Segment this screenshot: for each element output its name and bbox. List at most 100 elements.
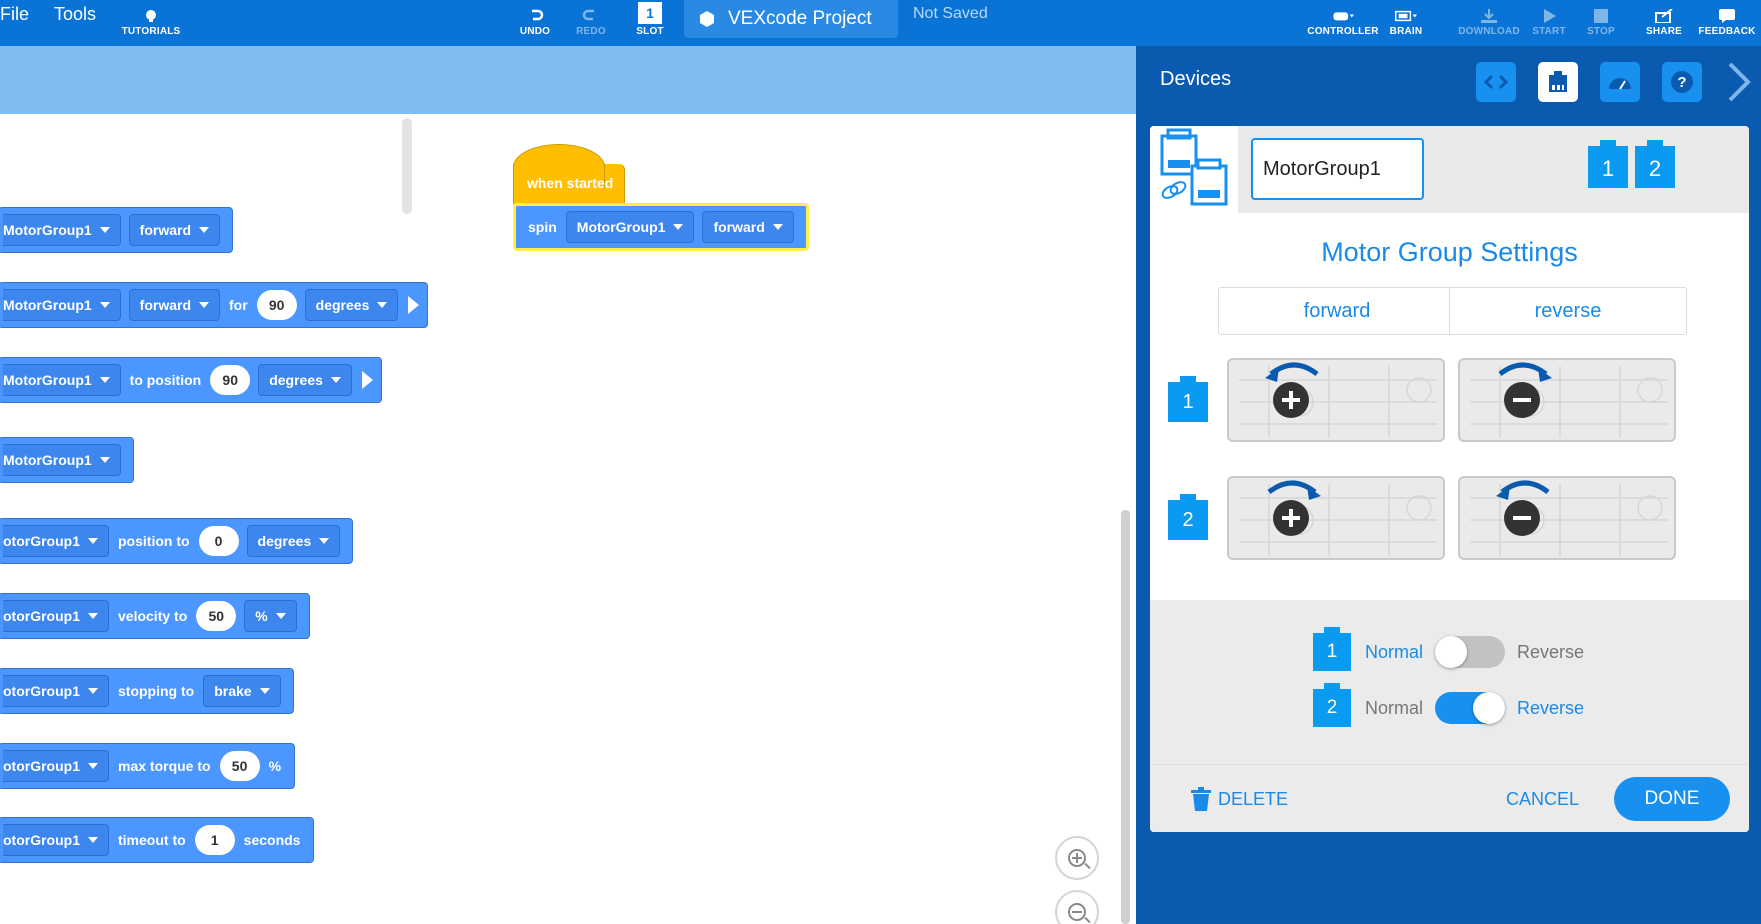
card-footer: DELETE CANCEL DONE — [1150, 764, 1749, 832]
device-dropdown[interactable]: otorGroup1 — [3, 824, 109, 856]
project-name-field[interactable]: VEXcode Project — [684, 0, 898, 38]
done-button[interactable]: DONE — [1614, 777, 1730, 821]
spin-label: spin — [528, 219, 557, 235]
start-button[interactable]: START — [1521, 0, 1577, 46]
block-text: velocity to — [118, 608, 188, 624]
palette-block[interactable]: otorGroup1 timeout to 1 seconds — [0, 817, 315, 863]
plus-rotate-cw-icon — [1239, 480, 1437, 556]
motor-1-forward-tile[interactable] — [1227, 358, 1445, 442]
tab-devices[interactable] — [1538, 62, 1578, 102]
port-icon — [1549, 71, 1567, 92]
menu-tools[interactable]: Tools — [54, 4, 96, 25]
delete-button[interactable]: DELETE — [1190, 787, 1288, 811]
tab-help[interactable]: ? — [1662, 62, 1702, 102]
feedback-button[interactable]: FEEDBACK — [1695, 0, 1759, 46]
zoom-in-button[interactable] — [1055, 836, 1099, 880]
stop-button[interactable]: STOP — [1573, 0, 1629, 46]
device-dropdown[interactable]: otorGroup1 — [3, 750, 109, 782]
svg-text:?: ? — [1677, 74, 1686, 91]
when-started-block[interactable]: when started — [513, 144, 625, 206]
undo-label: UNDO — [519, 26, 551, 37]
palette-block[interactable]: MotorGroup1 — [0, 437, 134, 483]
device-name-input[interactable] — [1251, 138, 1424, 200]
palette-block[interactable]: otorGroup1 position to 0 degrees — [0, 518, 354, 564]
block-text: seconds — [243, 832, 301, 848]
motor-2-reverse-toggle[interactable] — [1435, 692, 1506, 724]
device-dropdown[interactable]: MotorGroup1 — [3, 214, 121, 246]
palette-block[interactable]: otorGroup1 max torque to 50% — [0, 743, 296, 789]
spin-direction-dropdown[interactable]: forward — [702, 211, 794, 243]
number-input[interactable]: 90 — [210, 365, 251, 395]
chevron-right-icon[interactable] — [1724, 60, 1754, 104]
device-dropdown[interactable]: otorGroup1 — [3, 675, 109, 707]
hexagon-icon — [700, 11, 714, 27]
settings-title: Motor Group Settings — [1321, 237, 1578, 267]
share-button[interactable]: SHARE — [1636, 0, 1692, 46]
palette-scrollbar[interactable] — [402, 118, 412, 214]
motor-row-badge-2: 2 — [1168, 494, 1208, 540]
card-header: 1 2 — [1150, 126, 1749, 213]
option-dropdown[interactable]: degrees — [304, 289, 399, 321]
block-text: timeout to — [118, 832, 186, 848]
number-input[interactable]: 0 — [198, 526, 239, 556]
motor-2-badge: 2 — [1313, 683, 1351, 727]
palette-block[interactable]: otorGroup1 stopping to brake — [0, 668, 294, 714]
block-text: max torque to — [118, 758, 211, 774]
device-dropdown[interactable]: otorGroup1 — [3, 600, 109, 632]
option-dropdown[interactable]: % — [244, 600, 297, 632]
motor-2-reverse-label: Reverse — [1517, 697, 1585, 718]
palette-block[interactable]: otorGroup1 velocity to 50% — [0, 593, 310, 639]
device-dropdown[interactable]: MotorGroup1 — [3, 444, 121, 476]
option-dropdown[interactable]: degrees — [246, 525, 341, 557]
brain-label: BRAIN — [1389, 26, 1423, 37]
expand-arrow-icon[interactable] — [361, 371, 373, 389]
brain-icon — [1395, 10, 1417, 22]
palette-block[interactable]: MotorGroup1 forward — [0, 207, 233, 253]
tab-code-viewer[interactable] — [1476, 62, 1516, 102]
palette-block[interactable]: MotorGroup1 to position 90 degrees — [0, 357, 382, 403]
slot-button[interactable]: 1 SLOT — [620, 0, 680, 46]
forward-button[interactable]: forward — [1218, 287, 1456, 335]
motor-2-reverse-tile[interactable] — [1458, 476, 1676, 560]
tab-dashboard[interactable] — [1600, 62, 1640, 102]
motor-2-reverse-row: 2 Normal Reverse — [1313, 683, 1585, 730]
redo-button[interactable]: REDO — [561, 0, 621, 46]
spin-block[interactable]: spin MotorGroup1 forward — [513, 203, 809, 251]
motor-1-reverse-tile[interactable] — [1458, 358, 1676, 442]
number-input[interactable]: 1 — [194, 825, 235, 855]
lightbulb-icon — [146, 10, 156, 22]
motor-2-forward-tile[interactable] — [1227, 476, 1445, 560]
expand-arrow-icon[interactable] — [408, 296, 420, 314]
port-badge-2[interactable]: 2 — [1635, 140, 1675, 188]
download-icon — [1481, 9, 1497, 23]
option-dropdown[interactable]: forward — [128, 289, 220, 321]
option-dropdown[interactable]: forward — [128, 214, 220, 246]
spin-device-dropdown[interactable]: MotorGroup1 — [565, 211, 695, 243]
motor-1-normal-label: Normal — [1365, 641, 1424, 662]
number-input[interactable]: 50 — [196, 601, 237, 631]
category-band — [0, 46, 1136, 114]
reverse-button[interactable]: reverse — [1449, 287, 1687, 335]
workspace-scrollbar[interactable] — [1121, 510, 1130, 924]
device-dropdown[interactable]: MotorGroup1 — [3, 289, 121, 321]
palette-block[interactable]: MotorGroup1 forward for 90 degrees — [0, 282, 429, 328]
undo-button[interactable]: UNDO — [505, 0, 565, 46]
option-dropdown[interactable]: brake — [203, 675, 281, 707]
device-dropdown[interactable]: MotorGroup1 — [3, 364, 121, 396]
tutorials-button[interactable]: TUTORIALS — [121, 0, 181, 46]
port-badge-1[interactable]: 1 — [1588, 140, 1628, 188]
option-dropdown[interactable]: degrees — [258, 364, 352, 396]
number-input[interactable]: 90 — [256, 290, 297, 320]
download-button[interactable]: DOWNLOAD — [1458, 0, 1520, 46]
minus-icon — [1072, 911, 1082, 913]
share-icon — [1655, 9, 1673, 23]
gamepad-icon — [1333, 12, 1354, 21]
device-dropdown[interactable]: otorGroup1 — [3, 525, 109, 557]
number-input[interactable]: 50 — [219, 751, 260, 781]
controller-button[interactable]: CONTROLLER — [1307, 0, 1379, 46]
cancel-button[interactable]: CANCEL — [1506, 789, 1579, 810]
motor-1-reverse-toggle[interactable] — [1435, 636, 1506, 668]
brain-button[interactable]: BRAIN — [1376, 0, 1436, 46]
menu-file[interactable]: File — [0, 4, 29, 25]
toggle-knob — [1435, 636, 1468, 668]
